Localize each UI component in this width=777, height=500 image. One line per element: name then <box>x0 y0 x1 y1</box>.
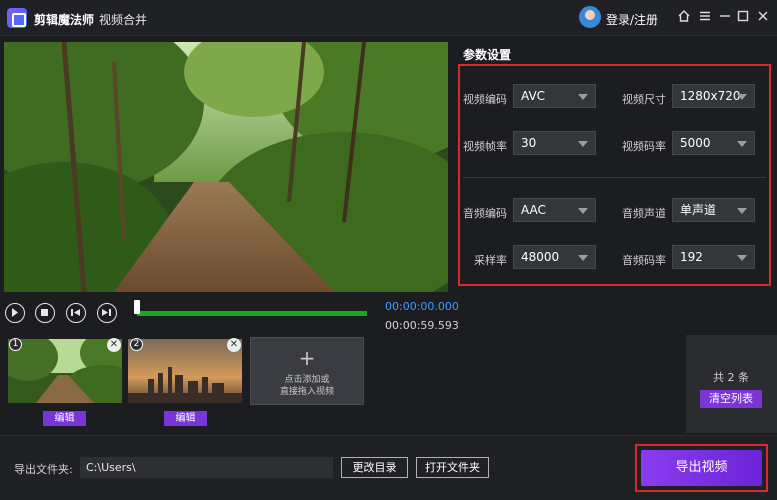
total-time: 00:00:59.593 <box>385 319 459 332</box>
prev-frame-button[interactable] <box>66 303 86 323</box>
remove-clip-icon[interactable]: ✕ <box>227 338 241 352</box>
clip-number-badge: 2 <box>130 338 143 351</box>
edit-clip-button[interactable]: 编辑 <box>43 411 86 426</box>
chevron-down-icon <box>578 208 588 214</box>
clear-list-button[interactable]: 清空列表 <box>700 390 762 408</box>
chevron-down-icon <box>737 94 747 100</box>
remove-clip-icon[interactable]: ✕ <box>107 338 121 352</box>
video-fps-value: 30 <box>521 136 537 150</box>
video-bitrate-select[interactable]: 5000 <box>672 131 755 155</box>
app-name: 剪辑魔法师 <box>34 13 95 27</box>
clip-count: 共 2 条 <box>713 371 749 384</box>
close-icon[interactable] <box>755 9 771 25</box>
page-title: 视频合并 <box>99 13 148 27</box>
edit-clip-button[interactable]: 编辑 <box>164 411 207 426</box>
timeline-playhead[interactable] <box>134 300 140 314</box>
params-divider <box>463 177 766 178</box>
video-size-select[interactable]: 1280x720 <box>672 84 755 108</box>
clip-thumbnail-1[interactable] <box>8 339 122 403</box>
video-size-value: 1280x720 <box>680 89 741 103</box>
video-preview <box>4 42 448 292</box>
add-clip-hint: 点击添加或 直接拖入视频 <box>251 374 363 398</box>
video-bitrate-label: 视频码率 <box>622 140 666 153</box>
chevron-down-icon <box>737 141 747 147</box>
current-time: 00:00:00.000 <box>385 300 459 313</box>
audio-channel-value: 单声道 <box>680 203 717 217</box>
add-clip-hint-line1: 点击添加或 <box>284 375 330 385</box>
video-codec-value: AVC <box>521 89 546 103</box>
plus-icon: + <box>298 346 316 370</box>
change-dir-button[interactable]: 更改目录 <box>341 457 408 478</box>
sample-rate-value: 48000 <box>521 250 560 264</box>
sample-rate-label: 采样率 <box>474 254 507 267</box>
chevron-down-icon <box>578 141 588 147</box>
audio-bitrate-value: 192 <box>680 250 703 264</box>
timeline-track[interactable] <box>137 311 367 316</box>
audio-codec-select[interactable]: AAC <box>513 198 596 222</box>
clip-number-badge: 1 <box>9 338 22 351</box>
play-icon <box>12 308 18 317</box>
video-codec-label: 视频编码 <box>463 93 507 106</box>
params-title: 参数设置 <box>463 48 512 62</box>
title-bar: 剪辑魔法师 - 视频合并 登录/注册 <box>0 0 777 36</box>
user-avatar-icon[interactable] <box>579 6 601 28</box>
chevron-down-icon <box>578 255 588 261</box>
title-separator: - <box>88 11 93 25</box>
export-video-button[interactable]: 导出视频 <box>641 450 762 486</box>
app-logo-icon <box>7 8 27 28</box>
audio-codec-value: AAC <box>521 203 546 217</box>
add-clip-area[interactable]: + 点击添加或 直接拖入视频 <box>250 337 364 405</box>
sample-rate-select[interactable]: 48000 <box>513 245 596 269</box>
login-link[interactable]: 登录/注册 <box>606 11 658 28</box>
next-frame-icon <box>102 309 111 316</box>
minimize-icon[interactable] <box>717 9 733 25</box>
prev-frame-icon <box>71 309 80 316</box>
home-icon[interactable] <box>676 9 692 25</box>
video-fps-select[interactable]: 30 <box>513 131 596 155</box>
chevron-down-icon <box>737 208 747 214</box>
audio-channel-select[interactable]: 单声道 <box>672 198 755 222</box>
video-size-label: 视频尺寸 <box>622 93 666 106</box>
audio-bitrate-select[interactable]: 192 <box>672 245 755 269</box>
play-button[interactable] <box>5 303 25 323</box>
output-folder-label: 导出文件夹: <box>14 463 73 476</box>
video-codec-select[interactable]: AVC <box>513 84 596 108</box>
video-bitrate-value: 5000 <box>680 136 711 150</box>
menu-icon[interactable] <box>697 9 713 25</box>
audio-channel-label: 音频声道 <box>622 207 666 220</box>
clip-thumbnail-2[interactable] <box>128 339 242 403</box>
open-folder-button[interactable]: 打开文件夹 <box>416 457 489 478</box>
maximize-icon[interactable] <box>735 9 751 25</box>
add-clip-hint-line2: 直接拖入视频 <box>279 387 334 397</box>
chevron-down-icon <box>578 94 588 100</box>
chevron-down-icon <box>737 255 747 261</box>
stop-button[interactable] <box>35 303 55 323</box>
audio-bitrate-label: 音频码率 <box>622 254 666 267</box>
output-path-field[interactable]: C:\Users\ <box>80 457 333 478</box>
video-fps-label: 视频帧率 <box>463 140 507 153</box>
stop-icon <box>41 309 48 316</box>
audio-codec-label: 音频编码 <box>463 207 507 220</box>
next-frame-button[interactable] <box>97 303 117 323</box>
